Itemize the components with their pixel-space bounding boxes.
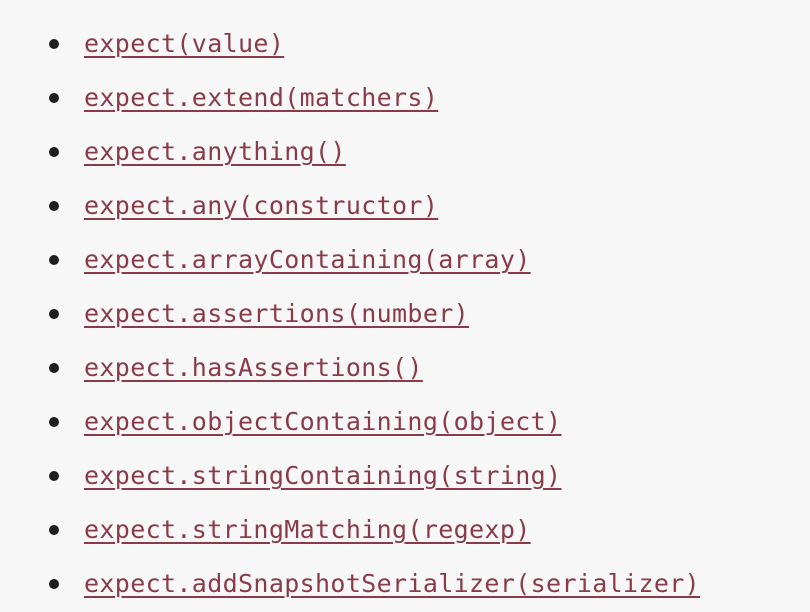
api-link-extend[interactable]: expect.extend(matchers) [84,83,438,113]
bullet-icon [49,39,59,49]
api-link-array-containing[interactable]: expect.arrayContaining(array) [84,245,531,275]
api-link-add-snapshot-serializer[interactable]: expect.addSnapshotSerializer(serializer) [84,569,700,599]
bullet-icon [49,417,59,427]
api-link-expect[interactable]: expect(value) [84,29,284,59]
bullet-icon [49,579,59,589]
bullet-icon [49,93,59,103]
bullet-icon [49,147,59,157]
bullet-icon [49,363,59,373]
bullet-icon [49,525,59,535]
list-item: expect.addSnapshotSerializer(serializer) [0,557,810,611]
api-link-string-matching[interactable]: expect.stringMatching(regexp) [84,515,531,545]
list-item: expect.arrayContaining(array) [0,233,810,287]
list-item: expect(value) [0,17,810,71]
bullet-icon [49,471,59,481]
list-item: expect.any(constructor) [0,179,810,233]
bullet-icon [49,255,59,265]
api-link-list: expect(value) expect.extend(matchers) ex… [0,0,810,612]
api-link-has-assertions[interactable]: expect.hasAssertions() [84,353,423,383]
api-link-string-containing[interactable]: expect.stringContaining(string) [84,461,561,491]
api-link-anything[interactable]: expect.anything() [84,137,346,167]
list-item: expect.extend(matchers) [0,71,810,125]
list-item: expect.assertions(number) [0,287,810,341]
list-item: expect.stringMatching(regexp) [0,503,810,557]
list-item: expect.hasAssertions() [0,341,810,395]
api-link-any[interactable]: expect.any(constructor) [84,191,438,221]
list-item: expect.anything() [0,125,810,179]
api-link-object-containing[interactable]: expect.objectContaining(object) [84,407,561,437]
api-link-assertions[interactable]: expect.assertions(number) [84,299,469,329]
bullet-icon [49,309,59,319]
list-item: expect.stringContaining(string) [0,449,810,503]
bullet-icon [49,201,59,211]
list-item: expect.objectContaining(object) [0,395,810,449]
